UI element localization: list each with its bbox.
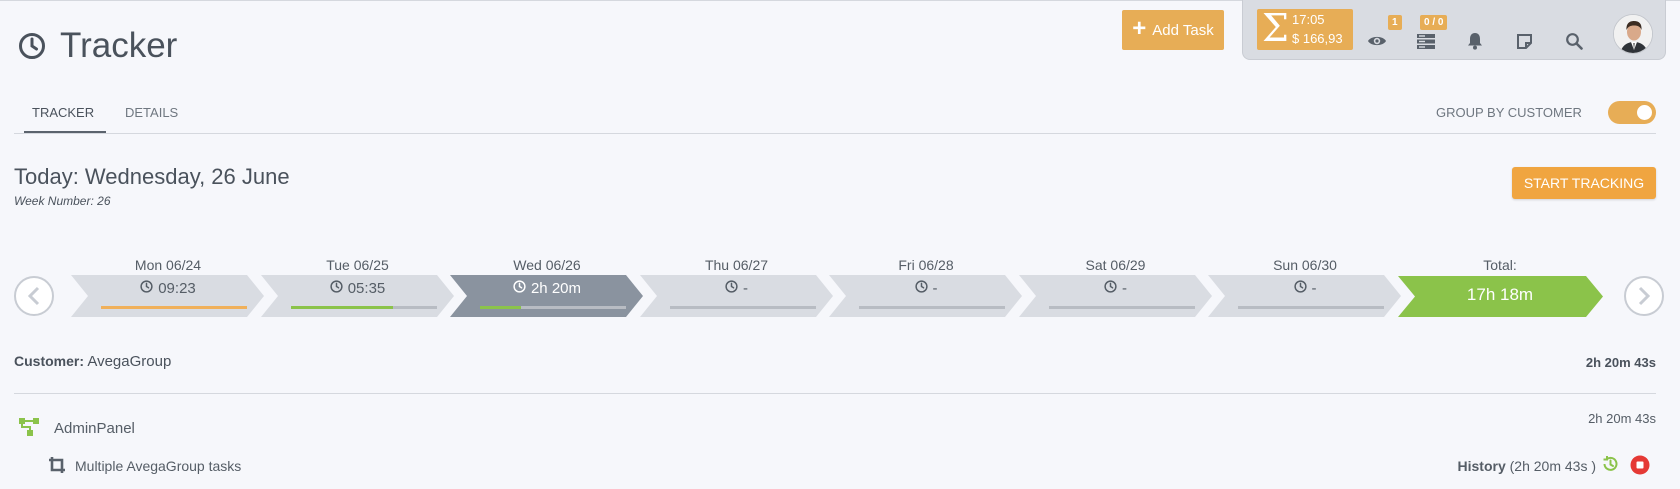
chevron-right-icon: [1638, 286, 1651, 306]
next-week-button[interactable]: [1624, 276, 1664, 316]
customer-name: AvegaGroup: [87, 353, 172, 370]
active-tab-indicator: [24, 131, 106, 133]
prev-week-button[interactable]: [14, 276, 54, 316]
server-icon[interactable]: [1413, 29, 1439, 53]
day-value: 2h 20m: [450, 280, 644, 297]
clock-icon: [1293, 280, 1307, 297]
day-progress-bar: [859, 306, 1005, 309]
group-by-customer-toggle[interactable]: [1608, 101, 1656, 124]
eye-icon[interactable]: [1364, 29, 1390, 53]
bell-icon[interactable]: [1462, 29, 1488, 53]
day-label: Sat 06/29: [1085, 257, 1146, 273]
day-value-text: -: [743, 280, 748, 297]
tab-details[interactable]: DETAILS: [125, 105, 178, 120]
day-progress-bar: [480, 306, 626, 309]
day-progress-fill: [101, 306, 247, 309]
clock-icon: [513, 280, 526, 297]
day-label: Sun 06/30: [1273, 257, 1337, 273]
sigma-icon: Σ: [1262, 6, 1289, 50]
week-number: Week Number: 26: [14, 194, 111, 208]
total-label: Total:: [1483, 257, 1517, 273]
customer-total: 2h 20m 43s: [1585, 355, 1656, 370]
clock-icon: [330, 280, 343, 297]
note-icon[interactable]: [1511, 29, 1537, 53]
page-title-text: Tracker: [60, 26, 178, 65]
day-label: Tue 06/25: [326, 257, 389, 273]
customer-label: Customer:: [14, 353, 85, 369]
day-value: -: [640, 280, 834, 297]
day-label: Fri 06/28: [898, 257, 954, 273]
today-heading: Today: Wednesday, 26 June: [14, 164, 290, 189]
page-title: Tracker: [18, 26, 177, 66]
history-value: (2h 20m 43s ): [1509, 458, 1596, 474]
search-icon[interactable]: [1561, 29, 1587, 53]
history-label: History: [1457, 458, 1506, 474]
avatar[interactable]: [1613, 14, 1653, 54]
project-total: 2h 20m 43s: [1588, 411, 1656, 426]
day-progress-fill: [480, 306, 521, 309]
day-value-text: 09:23: [158, 280, 196, 297]
project-name[interactable]: AdminPanel: [54, 420, 135, 437]
divider: [14, 393, 1656, 394]
day-progress-bar: [290, 306, 437, 309]
group-by-customer-label: GROUP BY CUSTOMER: [1436, 105, 1582, 120]
day-value-text: -: [1311, 280, 1317, 297]
history-text[interactable]: History (2h 20m 43s ): [1458, 458, 1597, 474]
watch-badge: 1: [1388, 15, 1402, 30]
task-name[interactable]: Multiple AvegaGroup tasks: [75, 458, 241, 474]
clock-icon: [725, 280, 738, 297]
tabs-bar: TRACKER DETAILS GROUP BY CUSTOMER: [14, 96, 1656, 134]
day-value: -: [1208, 280, 1402, 297]
top-toolbar: Σ 17:05 $ 166,93 1 0 / 0: [1242, 0, 1666, 60]
day-value-text: 2h 20m: [530, 280, 582, 297]
day-value: -: [1019, 280, 1213, 297]
day-value-text: -: [1122, 280, 1127, 297]
day-label: Mon 06/24: [134, 257, 202, 273]
day-value-text: 05:35: [347, 280, 386, 297]
add-task-button[interactable]: + Add Task: [1122, 10, 1224, 50]
day-progress-bar: [101, 306, 247, 309]
day-value-text: -: [932, 280, 938, 297]
clock-icon: [914, 280, 928, 297]
clock-icon: [18, 32, 46, 60]
day-label: Thu 06/27: [704, 257, 769, 273]
day-progress-bar: [1048, 306, 1195, 309]
start-tracking-button[interactable]: START TRACKING: [1512, 167, 1656, 199]
tab-tracker[interactable]: TRACKER: [32, 105, 94, 120]
total-value: 17h 18m: [1466, 285, 1534, 304]
chevron-left-icon: [27, 286, 40, 306]
crop-icon: [48, 456, 66, 479]
summary-time: 17:05: [1292, 12, 1325, 27]
plus-icon: +: [1132, 15, 1147, 42]
day-progress-fill: [290, 306, 393, 309]
day-label: Wed 06/26: [513, 257, 581, 273]
day-value: 09:23: [71, 280, 265, 297]
day-progress-bar: [669, 306, 816, 309]
day-value: -: [829, 280, 1023, 297]
sitemap-icon: [18, 417, 40, 442]
day-value: 05:35: [261, 280, 455, 297]
add-task-label: Add Task: [1152, 21, 1214, 39]
totals-summary[interactable]: Σ 17:05 $ 166,93: [1257, 6, 1353, 50]
clock-icon: [1104, 280, 1117, 297]
summary-money: $ 166,93: [1292, 31, 1343, 46]
history-icon[interactable]: [1601, 455, 1619, 478]
tasks-badge: 0 / 0: [1420, 15, 1448, 30]
day-progress-bar: [1238, 306, 1384, 309]
clock-icon: [140, 280, 153, 297]
stop-icon[interactable]: [1630, 455, 1650, 480]
customer-row: Customer: AvegaGroup: [14, 353, 171, 370]
